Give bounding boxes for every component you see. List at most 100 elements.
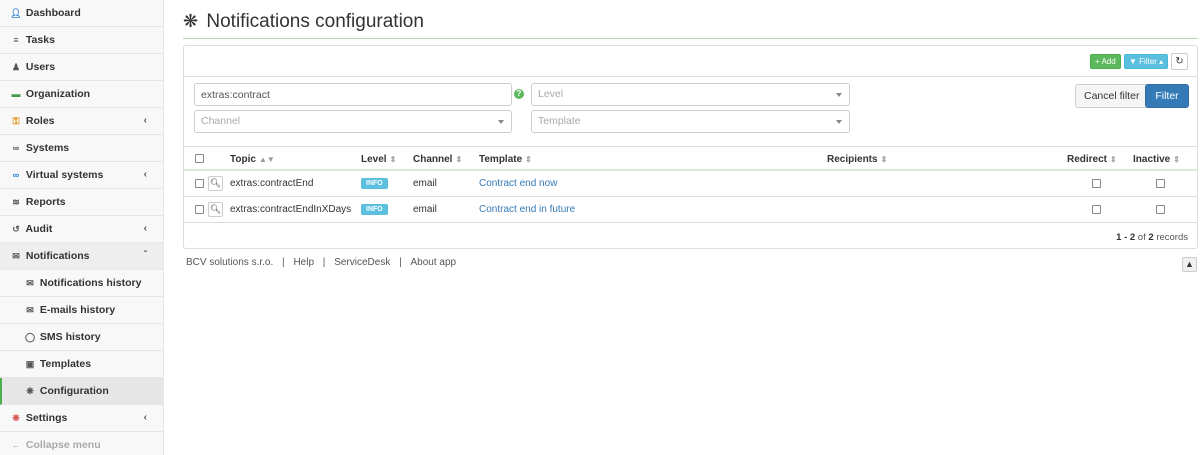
footer-separator: | xyxy=(399,257,402,268)
sidebar-item-label: Dashboard xyxy=(25,7,81,19)
sidebar-item-templates[interactable]: ▣ Templates xyxy=(0,351,163,378)
sidebar-item-label: Templates xyxy=(39,358,92,370)
column-redirect[interactable]: Redirect ⇕ xyxy=(1067,154,1117,165)
refresh-button[interactable]: ↻ xyxy=(1171,53,1188,70)
page-title-text: Notifications configuration xyxy=(206,11,424,32)
filter-toggle-button[interactable]: ▼ Filter ▴ xyxy=(1124,54,1169,69)
sidebar-item-virtual-systems[interactable]: ∞ Virtual systems ‹ xyxy=(0,162,163,189)
notifications-panel: + Add ▼ Filter ▴ ↻ ? Level Channel Templ… xyxy=(183,45,1198,249)
folder-icon: ▬ xyxy=(11,89,21,99)
table-row[interactable]: 🔍︎ extras:contractEndInXDays INFO email … xyxy=(184,197,1197,223)
comment-icon: ◯ xyxy=(24,332,36,342)
chart-icon: ≋ xyxy=(12,197,20,207)
select-all-checkbox[interactable] xyxy=(195,154,204,163)
chevron-down-icon xyxy=(836,93,842,97)
cell-topic: extras:contractEnd xyxy=(230,178,314,189)
sidebar-item-reports[interactable]: ≋ Reports xyxy=(0,189,163,216)
sidebar-item-organization[interactable]: ▬ Organization xyxy=(0,81,163,108)
refresh-icon: ↻ xyxy=(1175,56,1184,67)
gear-icon: ❋ xyxy=(12,413,20,423)
footer-company: BCV solutions s.r.o. xyxy=(186,257,274,268)
footer-about-link[interactable]: About app xyxy=(411,257,457,268)
sidebar-item-label: Notifications xyxy=(25,250,90,262)
collapse-menu-button[interactable]: ← Collapse menu xyxy=(0,432,163,455)
column-label: Inactive xyxy=(1133,154,1171,165)
envelope-icon: ✉ xyxy=(12,251,20,261)
filter-toggle-label: Filter xyxy=(1139,57,1157,66)
records-range: 1 - 2 xyxy=(1116,232,1136,243)
sidebar-item-emails-history[interactable]: ✉ E-mails history xyxy=(0,297,163,324)
sidebar-item-settings[interactable]: ❋ Settings ‹ xyxy=(0,405,163,432)
template-icon: ▣ xyxy=(25,359,35,369)
column-recipients[interactable]: Recipients ⇕ xyxy=(827,154,887,165)
sort-icon: ⇕ xyxy=(1173,155,1180,164)
toolbar-divider xyxy=(184,76,1197,77)
sidebar-item-configuration[interactable]: ❋ Configuration xyxy=(0,378,163,405)
sort-icon: ⇕ xyxy=(880,155,888,164)
sidebar-item-tasks[interactable]: ≡ Tasks xyxy=(0,27,163,54)
channel-select[interactable]: Channel xyxy=(194,110,512,133)
scroll-top-button[interactable]: ▲ xyxy=(1182,257,1197,272)
column-label: Channel xyxy=(413,154,453,165)
sidebar-item-roles[interactable]: ⚿ Roles ‹ xyxy=(0,108,163,135)
column-inactive[interactable]: Inactive ⇕ xyxy=(1133,154,1180,165)
template-link[interactable]: Contract end in future xyxy=(479,204,575,215)
caret-up-icon: ▴ xyxy=(1159,57,1164,66)
detail-button[interactable]: 🔍︎ xyxy=(208,176,223,191)
link-icon: ∞ xyxy=(12,143,20,153)
column-channel[interactable]: Channel ⇕ xyxy=(413,154,462,165)
footer-help-link[interactable]: Help xyxy=(293,257,314,268)
chevron-left-icon: ‹ xyxy=(143,412,147,423)
sidebar-item-label: Audit xyxy=(25,223,53,235)
table-header: Topic ▲▼ Level ⇕ Channel ⇕ Template ⇕ Recipi… xyxy=(184,146,1197,171)
row-checkbox[interactable] xyxy=(195,179,204,188)
sidebar-item-notifications-history[interactable]: ✉ Notifications history xyxy=(0,270,163,297)
sidebar-item-label: Notifications history xyxy=(39,277,142,289)
table-row[interactable]: 🔍︎ extras:contractEnd INFO email Contrac… xyxy=(184,171,1197,197)
inactive-checkbox xyxy=(1156,205,1165,214)
chevron-left-icon: ‹ xyxy=(143,223,147,234)
detail-button[interactable]: 🔍︎ xyxy=(208,202,223,217)
help-icon[interactable]: ? xyxy=(514,89,524,99)
main-content: ❋ Notifications configuration + Add ▼ Fi… xyxy=(164,0,1200,455)
sidebar-item-dashboard[interactable]: 👤︎ Dashboard xyxy=(0,0,163,27)
redirect-checkbox xyxy=(1092,179,1101,188)
level-badge: INFO xyxy=(361,204,388,215)
list-icon: ≡ xyxy=(13,35,19,45)
arrow-left-icon: ← xyxy=(11,440,21,450)
search-icon: 🔍︎ xyxy=(209,178,222,188)
cell-channel: email xyxy=(413,204,437,215)
sidebar-item-notifications[interactable]: ✉ Notifications ˇ xyxy=(0,243,163,270)
sidebar-item-label: E-mails history xyxy=(39,304,116,316)
level-select[interactable]: Level xyxy=(531,83,850,106)
chevron-left-icon: ‹ xyxy=(143,169,147,180)
cancel-filter-button[interactable]: Cancel filter xyxy=(1075,84,1149,108)
sidebar-item-audit[interactable]: ↺ Audit ‹ xyxy=(0,216,163,243)
add-button[interactable]: + Add xyxy=(1090,54,1121,69)
filter-button[interactable]: Filter xyxy=(1145,84,1189,108)
history-icon: ↺ xyxy=(12,224,20,234)
sidebar-item-label: Roles xyxy=(25,115,55,127)
gear-icon: ❋ xyxy=(26,386,34,396)
text-filter-input[interactable] xyxy=(194,83,512,106)
column-label: Topic xyxy=(230,154,256,165)
column-level[interactable]: Level ⇕ xyxy=(361,154,396,165)
row-checkbox[interactable] xyxy=(195,205,204,214)
sidebar-item-label: Users xyxy=(25,61,56,73)
column-template[interactable]: Template ⇕ xyxy=(479,154,532,165)
sort-icon: ⇕ xyxy=(1110,155,1117,164)
sidebar-item-sms-history[interactable]: ◯ SMS history xyxy=(0,324,163,351)
sidebar-item-systems[interactable]: ∞ Systems xyxy=(0,135,163,162)
template-select[interactable]: Template xyxy=(531,110,850,133)
level-placeholder: Level xyxy=(538,88,564,100)
sidebar-item-users[interactable]: ♟ Users xyxy=(0,54,163,81)
user-icon: 👤︎ xyxy=(10,8,22,18)
template-link[interactable]: Contract end now xyxy=(479,178,557,189)
pagination-info: 1 - 2 of 2 records xyxy=(1116,232,1188,243)
column-topic[interactable]: Topic ▲▼ xyxy=(230,154,275,165)
footer-servicedesk-link[interactable]: ServiceDesk xyxy=(334,257,390,268)
sidebar-item-label: Systems xyxy=(25,142,70,154)
chevron-down-icon xyxy=(498,120,504,124)
sort-asc-icon: ▲▼ xyxy=(258,155,275,164)
sort-icon: ⇕ xyxy=(389,155,397,164)
